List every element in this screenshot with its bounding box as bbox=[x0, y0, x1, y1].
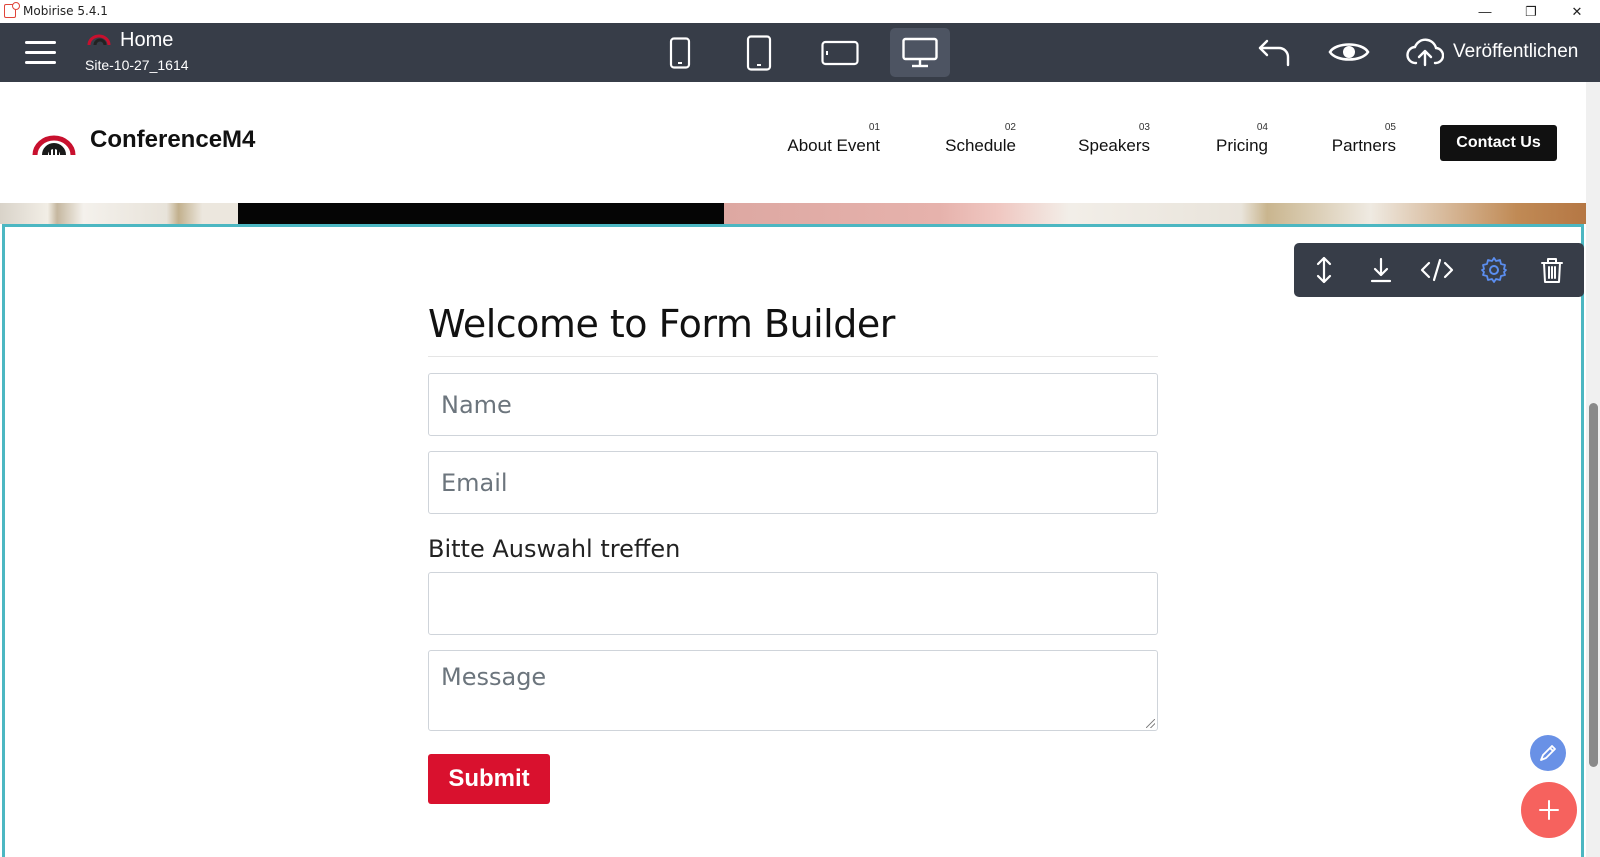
preview-eye-icon[interactable] bbox=[1328, 39, 1370, 65]
editor-topbar: Home Site-10-27_1614 Veröffentlichen bbox=[0, 23, 1600, 82]
tablet-landscape-button[interactable] bbox=[810, 28, 870, 77]
message-placeholder: Message bbox=[441, 663, 547, 691]
gear-icon[interactable] bbox=[1480, 256, 1508, 284]
brand-logo-icon bbox=[32, 135, 76, 156]
block-toolbar bbox=[1294, 243, 1584, 297]
nav-label: Partners bbox=[1331, 136, 1396, 155]
form-title[interactable]: Welcome to Form Builder bbox=[428, 302, 895, 346]
site-header: ConferenceM4 01 About Event 02 Schedule … bbox=[0, 82, 1586, 203]
minimize-button[interactable]: — bbox=[1462, 0, 1508, 23]
message-textarea[interactable]: Message bbox=[428, 650, 1158, 731]
desktop-icon bbox=[902, 37, 938, 67]
window-title: Mobirise 5.4.1 bbox=[23, 4, 108, 18]
photo-segment bbox=[0, 203, 238, 224]
pencil-icon bbox=[1540, 745, 1556, 761]
nav-label: About Event bbox=[787, 136, 880, 155]
header-image-strip bbox=[0, 203, 1586, 224]
name-field[interactable]: Name bbox=[428, 373, 1158, 436]
restore-button[interactable]: ❐ bbox=[1508, 0, 1554, 23]
resize-handle-icon[interactable] bbox=[1146, 719, 1155, 728]
nav-number: 05 bbox=[1384, 122, 1396, 133]
photo-segment bbox=[724, 203, 1586, 224]
nav-number: 04 bbox=[1256, 122, 1268, 133]
trash-icon[interactable] bbox=[1538, 256, 1566, 284]
email-field[interactable]: Email bbox=[428, 451, 1158, 514]
nav-label: Pricing bbox=[1216, 136, 1268, 155]
publish-button[interactable]: Veröffentlichen bbox=[1453, 41, 1578, 63]
cloud-upload-icon[interactable] bbox=[1406, 37, 1444, 67]
submit-button[interactable]: Submit bbox=[428, 754, 550, 804]
window-titlebar: Mobirise 5.4.1 — ❐ ✕ bbox=[0, 0, 1600, 23]
brand-name[interactable]: ConferenceM4 bbox=[90, 126, 255, 154]
photo-segment bbox=[238, 203, 724, 224]
undo-icon[interactable] bbox=[1257, 35, 1293, 69]
page-title[interactable]: Home bbox=[120, 29, 173, 52]
desktop-button[interactable] bbox=[890, 28, 950, 77]
close-button[interactable]: ✕ bbox=[1554, 0, 1600, 23]
move-icon[interactable] bbox=[1310, 256, 1338, 284]
contact-us-button[interactable]: Contact Us bbox=[1440, 125, 1557, 161]
tablet-portrait-icon bbox=[746, 34, 772, 71]
edit-style-button[interactable] bbox=[1530, 735, 1566, 771]
code-icon[interactable] bbox=[1420, 256, 1454, 284]
nav-number: 03 bbox=[1138, 122, 1150, 133]
menu-icon[interactable] bbox=[25, 41, 56, 65]
choice-select[interactable] bbox=[428, 572, 1158, 635]
download-icon[interactable] bbox=[1367, 256, 1395, 284]
site-name: Site-10-27_1614 bbox=[85, 57, 189, 73]
phone-portrait-icon bbox=[669, 36, 691, 69]
nav-label: Speakers bbox=[1078, 136, 1150, 155]
nav-number: 01 bbox=[868, 122, 880, 133]
tablet-portrait-button[interactable] bbox=[729, 28, 789, 77]
phone-portrait-button[interactable] bbox=[650, 28, 710, 77]
mobirise-app-icon bbox=[4, 2, 20, 18]
select-label: Bitte Auswahl treffen bbox=[428, 535, 681, 563]
title-divider bbox=[428, 356, 1158, 357]
nav-label: Schedule bbox=[945, 136, 1016, 155]
site-logo-icon bbox=[87, 34, 111, 46]
scrollbar-thumb[interactable] bbox=[1589, 403, 1598, 767]
plus-icon bbox=[1539, 800, 1559, 820]
nav-number: 02 bbox=[1004, 122, 1016, 133]
add-block-button[interactable] bbox=[1521, 782, 1577, 838]
tablet-landscape-icon bbox=[821, 40, 859, 65]
